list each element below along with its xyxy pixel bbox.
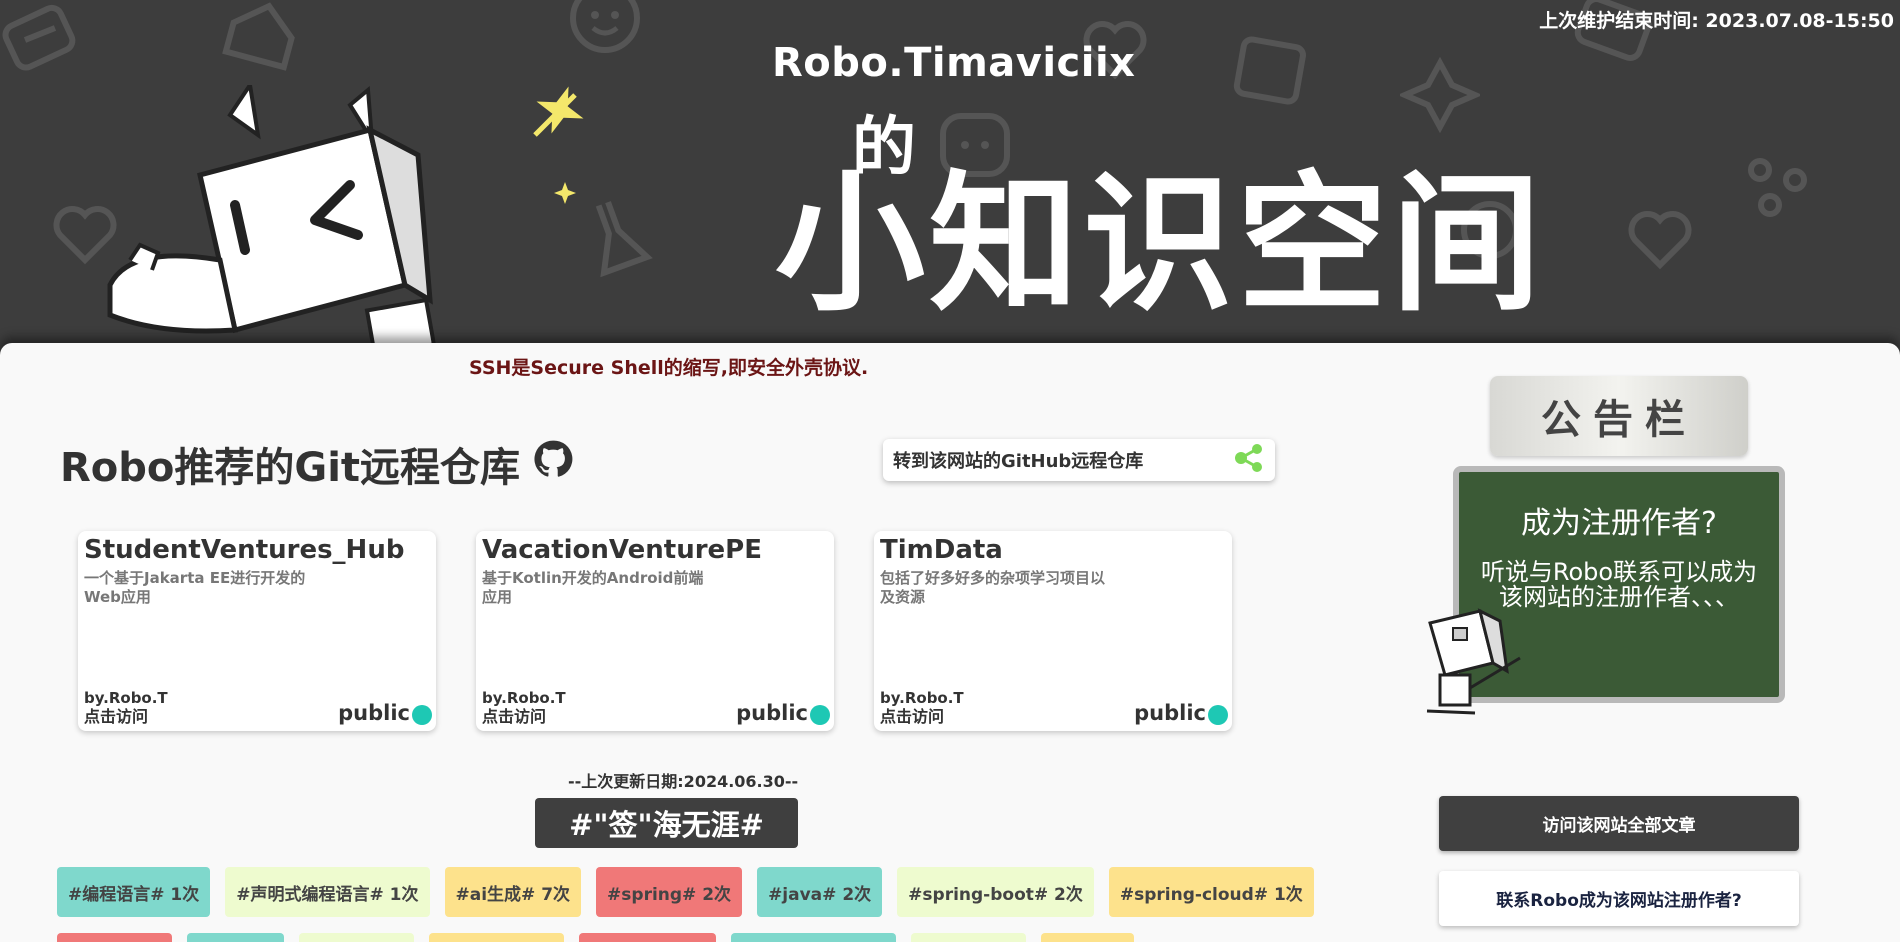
brand-name: Robo.Timaviciix: [772, 40, 1136, 86]
doodle-smiley-icon: [565, 0, 645, 55]
tag-chip[interactable]: [299, 933, 414, 942]
tag-chip[interactable]: [579, 933, 716, 942]
repo-card[interactable]: StudentVentures_Hub 一个基于Jakarta EE进行开发的W…: [78, 531, 436, 731]
doodle-ticket-icon: [0, 0, 90, 90]
repo-card[interactable]: TimData 包括了好多好多的杂项学习项目以及资源 by.Robo.T 点击访…: [874, 531, 1232, 731]
repo-description: 一个基于Jakarta EE进行开发的Web应用: [84, 569, 306, 606]
tag-chip[interactable]: #ai生成# 7次: [444, 867, 582, 917]
tag-list: #编程语言# 1次 #声明式编程语言# 1次 #ai生成# 7次 #spring…: [57, 867, 1314, 917]
visibility-dot-icon: [1208, 705, 1228, 725]
repo-visibility: public: [338, 701, 410, 725]
doodle-house-icon: [210, 0, 310, 80]
repo-visit-link[interactable]: 点击访问: [84, 703, 148, 727]
repo-name: TimData: [880, 535, 1003, 565]
site-title: 小知识空间: [775, 158, 1546, 332]
tag-chip[interactable]: #spring-boot# 2次: [897, 867, 1094, 917]
repo-description: 基于Kotlin开发的Android前端应用: [482, 569, 704, 606]
tag-chip[interactable]: #编程语言# 1次: [57, 867, 211, 917]
repo-title-text: Robo推荐的Git远程仓库: [60, 445, 521, 491]
goto-github-label: 转到该网站的GitHub远程仓库: [893, 451, 1144, 472]
tag-chip[interactable]: #spring-cloud# 1次: [1108, 867, 1314, 917]
tag-list-row-2: [57, 933, 1134, 942]
doodle-calendar-icon: [1225, 25, 1315, 115]
tag-chip[interactable]: #spring# 2次: [596, 867, 743, 917]
repo-name: VacationVenturePE: [482, 535, 762, 565]
repo-section-title: Robo推荐的Git远程仓库: [60, 435, 574, 493]
repo-visit-link[interactable]: 点击访问: [482, 703, 546, 727]
goto-github-button[interactable]: 转到该网站的GitHub远程仓库: [883, 439, 1275, 481]
doodle-flask-icon: [580, 190, 660, 280]
repo-visibility: public: [736, 701, 808, 725]
all-articles-button[interactable]: 访问该网站全部文章: [1439, 796, 1799, 851]
tip-text: SSH是Secure Shell的缩写,即安全外壳协议.: [469, 357, 869, 379]
robot-mascot: [100, 79, 480, 350]
tag-chip[interactable]: #声明式编程语言# 1次: [225, 867, 430, 917]
sparkle-icon: [530, 80, 590, 144]
share-icon: [1233, 443, 1265, 478]
main-panel: SSH是Secure Shell的缩写,即安全外壳协议. Robo推荐的Git远…: [0, 343, 1900, 942]
tag-chip[interactable]: [429, 933, 564, 942]
doodle-heart-icon-2: [1620, 200, 1700, 280]
tag-chip[interactable]: [731, 933, 896, 942]
tag-chip[interactable]: [57, 933, 172, 942]
contact-robo-button[interactable]: 联系Robo成为该网站注册作者?: [1439, 871, 1799, 926]
tag-sea-title: #"签"海无涯#: [535, 798, 798, 848]
repo-description: 包括了好多好多的杂项学习项目以及资源: [880, 569, 1106, 606]
last-updated: --上次更新日期:2024.06.30--: [568, 772, 799, 791]
site-header: 上次维护结束时间: 2023.07.08-15:50 Robo.Timavici…: [0, 0, 1900, 350]
repo-visit-link[interactable]: 点击访问: [880, 703, 944, 727]
repo-card[interactable]: VacationVenturePE 基于Kotlin开发的Android前端应用…: [476, 531, 834, 731]
tag-chip[interactable]: #java# 2次: [757, 867, 883, 917]
github-icon[interactable]: [532, 438, 574, 490]
tag-chip[interactable]: [911, 933, 1026, 942]
tag-chip[interactable]: [1041, 933, 1134, 942]
repo-name: StudentVentures_Hub: [84, 535, 405, 565]
robot-mascot-small: [1415, 603, 1525, 722]
visibility-dot-icon: [412, 705, 432, 725]
sparkle-small-icon: [552, 180, 578, 210]
repo-card-list: StudentVentures_Hub 一个基于Jakarta EE进行开发的W…: [78, 531, 1232, 731]
repo-visibility: public: [1134, 701, 1206, 725]
doodle-star-icon: [1400, 55, 1480, 135]
maintenance-time: 上次维护结束时间: 2023.07.08-15:50: [1539, 10, 1894, 32]
tag-chip[interactable]: [187, 933, 284, 942]
notice-question: 成为注册作者?: [1521, 506, 1717, 541]
doodle-share-icon: [1745, 150, 1815, 220]
notice-board-title: 公告栏: [1490, 376, 1748, 456]
visibility-dot-icon: [810, 705, 830, 725]
